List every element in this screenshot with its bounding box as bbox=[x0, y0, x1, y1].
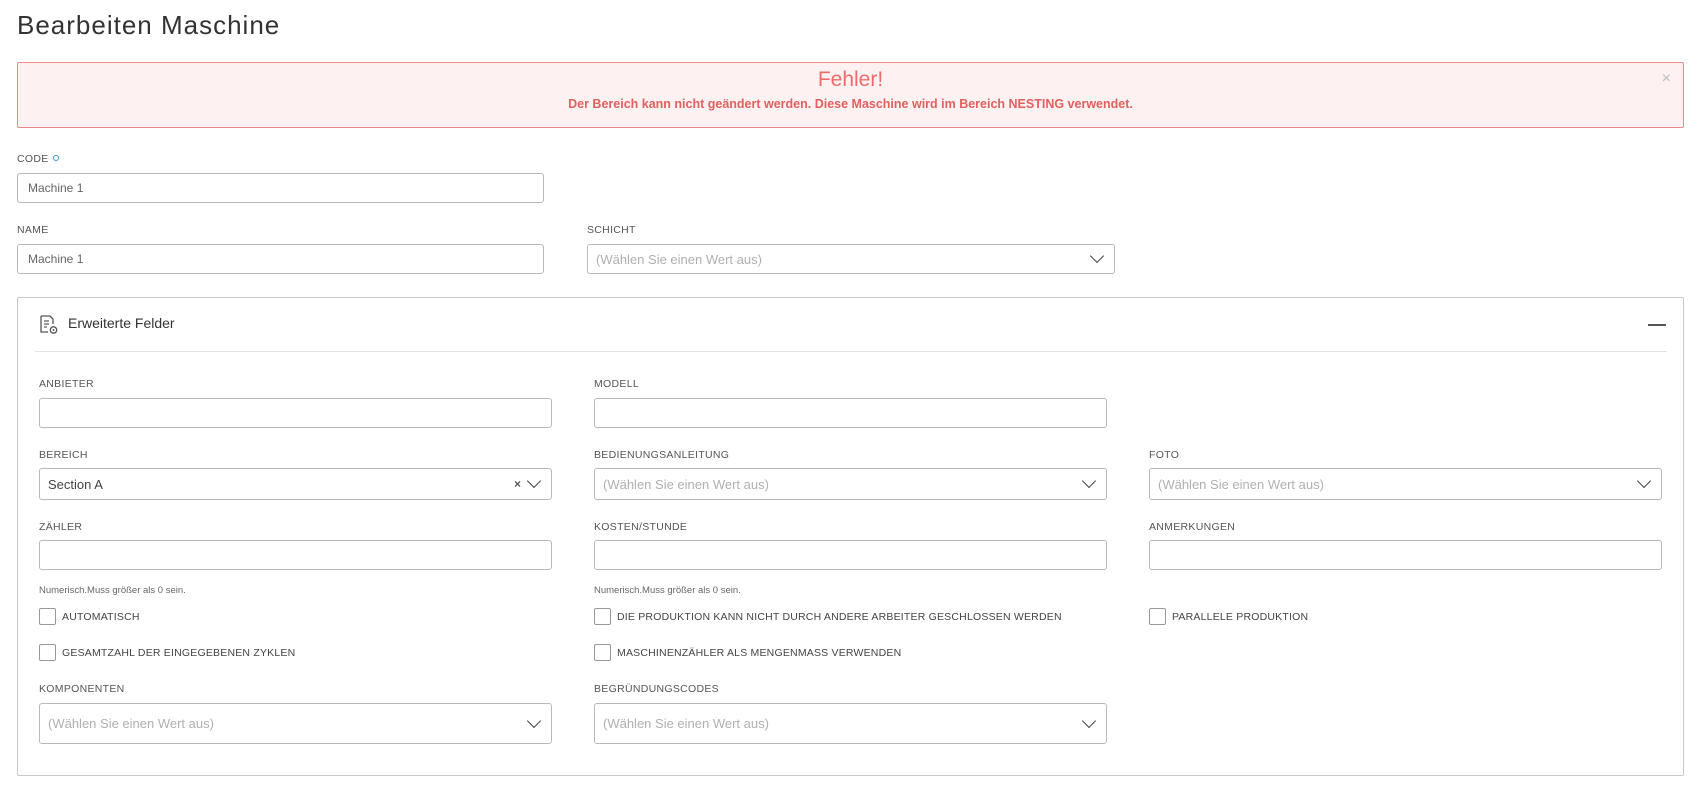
bedienungsanleitung-label: BEDIENUNGSANLEITUNG bbox=[594, 449, 730, 461]
code-input[interactable]: Machine 1 bbox=[17, 173, 544, 203]
code-label: CODE bbox=[17, 153, 59, 165]
bereich-label: BEREICH bbox=[39, 449, 88, 461]
name-label: NAME bbox=[17, 224, 49, 236]
schicht-placeholder: (Wählen Sie einen Wert aus) bbox=[596, 251, 762, 267]
anmerkungen-label: ANMERKUNGEN bbox=[1149, 521, 1236, 533]
gesamtzahl-label: GESAMTZAHL DER EINGEGEBENEN ZYKLEN bbox=[62, 647, 296, 659]
chevron-down-icon bbox=[1081, 473, 1097, 489]
foto-select[interactable]: (Wählen Sie einen Wert aus) bbox=[1149, 468, 1662, 500]
komponenten-label: KOMPONENTEN bbox=[39, 683, 125, 695]
gesamtzahl-checkbox[interactable] bbox=[39, 644, 56, 661]
name-input[interactable]: Machine 1 bbox=[17, 244, 544, 274]
chevron-down-icon bbox=[526, 713, 542, 728]
bereich-select[interactable]: Section A × bbox=[39, 468, 552, 500]
foto-placeholder: (Wählen Sie einen Wert aus) bbox=[1158, 476, 1324, 492]
kosten-hint: Numerisch.Muss größer als 0 sein. bbox=[594, 585, 741, 596]
produktion-label: DIE PRODUKTION KANN NICHT DURCH ANDERE A… bbox=[617, 611, 1062, 623]
alert-message: Der Bereich kann nicht geändert werden. … bbox=[568, 97, 1133, 111]
chevron-down-icon bbox=[1089, 248, 1105, 264]
close-icon[interactable]: × bbox=[1662, 71, 1671, 87]
parallele-checkbox[interactable] bbox=[1149, 608, 1166, 625]
kosten-input[interactable] bbox=[594, 540, 1107, 570]
anbieter-input[interactable] bbox=[39, 398, 552, 428]
bereich-value: Section A bbox=[48, 476, 103, 492]
info-dot-icon bbox=[52, 155, 59, 161]
schicht-label: SCHICHT bbox=[587, 224, 636, 236]
alert-title: Fehler! bbox=[817, 68, 884, 91]
anmerkungen-input[interactable] bbox=[1149, 540, 1662, 570]
schicht-select[interactable]: (Wählen Sie einen Wert aus) bbox=[587, 244, 1115, 274]
panel-divider bbox=[35, 351, 1667, 352]
begruendungscodes-select[interactable]: (Wählen Sie einen Wert aus) bbox=[594, 703, 1107, 744]
zaehler-hint: Numerisch.Muss größer als 0 sein. bbox=[39, 585, 186, 596]
begruendungscodes-placeholder: (Wählen Sie einen Wert aus) bbox=[603, 716, 769, 731]
begruendungscodes-label: BEGRÜNDUNGSCODES bbox=[594, 683, 719, 695]
code-label-text: CODE bbox=[17, 153, 49, 165]
zaehler-label: ZÄHLER bbox=[39, 521, 83, 533]
maschinenzaehler-label: MASCHINENZÄHLER ALS MENGENMASS VERWENDEN bbox=[617, 647, 902, 659]
bedienungsanleitung-placeholder: (Wählen Sie einen Wert aus) bbox=[603, 476, 769, 492]
chevron-down-icon bbox=[1636, 473, 1652, 489]
minus-icon[interactable] bbox=[1648, 324, 1666, 326]
error-alert: Fehler! Der Bereich kann nicht geändert … bbox=[17, 62, 1684, 128]
page-title: Bearbeiten Maschine bbox=[17, 10, 281, 40]
zaehler-input[interactable] bbox=[39, 540, 552, 570]
bereich-controls: × bbox=[514, 473, 543, 491]
komponenten-placeholder: (Wählen Sie einen Wert aus) bbox=[48, 716, 214, 731]
produktion-checkbox[interactable] bbox=[594, 608, 611, 625]
settings-document-icon bbox=[40, 315, 58, 334]
bedienungsanleitung-select[interactable]: (Wählen Sie einen Wert aus) bbox=[594, 468, 1107, 500]
automatisch-label: AUTOMATISCH bbox=[62, 611, 140, 623]
foto-label: FOTO bbox=[1149, 449, 1180, 461]
anbieter-label: ANBIETER bbox=[39, 378, 94, 390]
maschinenzaehler-checkbox[interactable] bbox=[594, 644, 611, 661]
modell-label: MODELL bbox=[594, 378, 639, 390]
chevron-down-icon bbox=[526, 473, 542, 489]
chevron-down-icon bbox=[1081, 713, 1097, 728]
parallele-label: PARALLELE PRODUKTION bbox=[1172, 611, 1309, 623]
kosten-label: KOSTEN/STUNDE bbox=[594, 521, 688, 533]
panel-title: Erweiterte Felder bbox=[68, 315, 175, 331]
clear-icon[interactable]: × bbox=[514, 477, 521, 491]
automatisch-checkbox[interactable] bbox=[39, 608, 56, 625]
komponenten-select[interactable]: (Wählen Sie einen Wert aus) bbox=[39, 703, 552, 744]
modell-input[interactable] bbox=[594, 398, 1107, 428]
